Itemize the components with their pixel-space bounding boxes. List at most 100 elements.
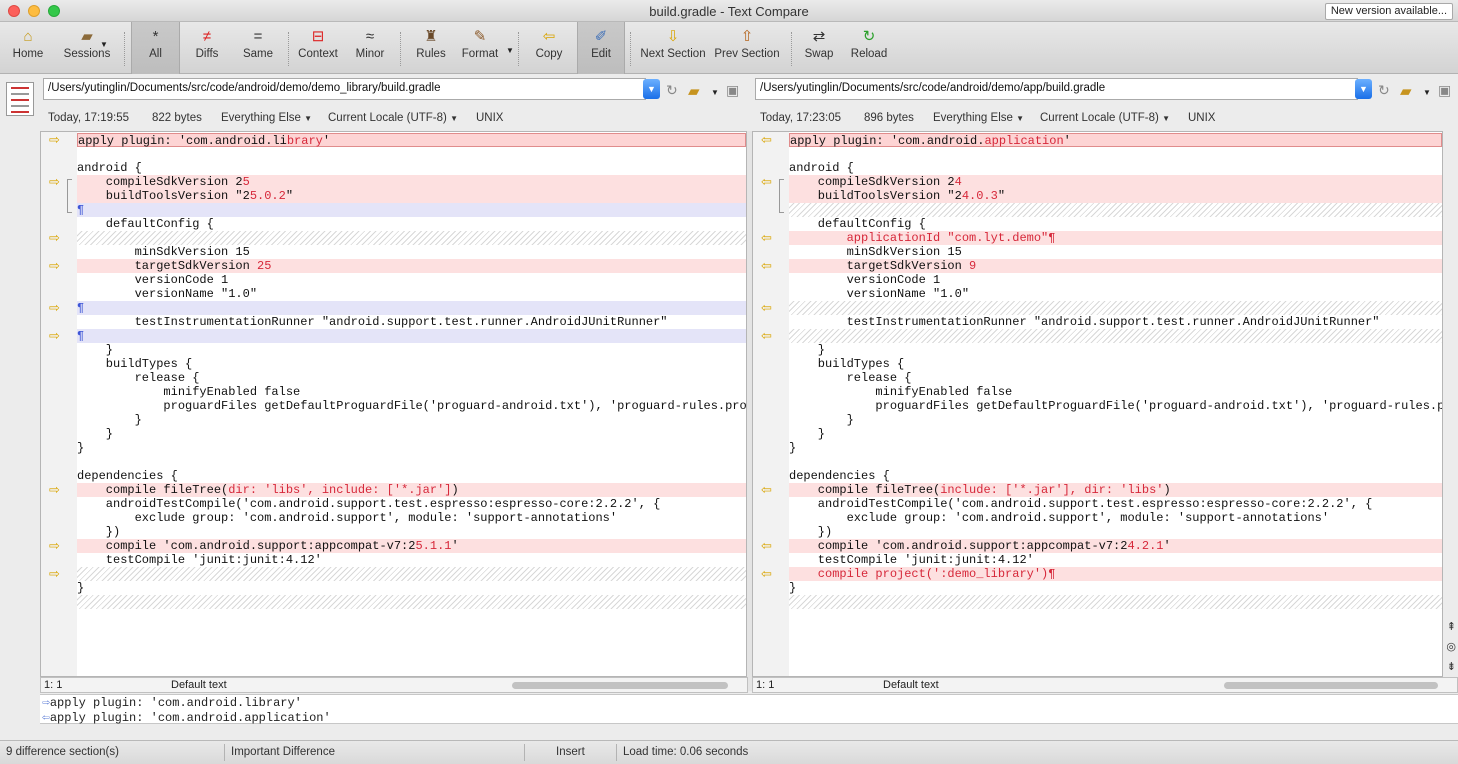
all-button[interactable]: * All bbox=[131, 22, 180, 74]
sessions-button[interactable]: ▰ Sessions ▼ bbox=[58, 22, 116, 74]
copy-left-arrow-icon[interactable]: ⇦ bbox=[761, 259, 777, 272]
right-code-line[interactable]: versionCode 1 bbox=[789, 273, 1442, 287]
left-editor-pane[interactable]: apply plugin: 'com.android.library' andro… bbox=[40, 131, 747, 677]
copy-right-arrow-icon[interactable]: ⇨ bbox=[49, 567, 65, 580]
next-section-button[interactable]: ⇩ Next Section bbox=[638, 22, 708, 74]
right-editor-pane[interactable]: apply plugin: 'com.android.application' a… bbox=[752, 131, 1443, 677]
copy-left-arrow-icon[interactable]: ⇦ bbox=[761, 133, 777, 146]
copy-left-arrow-icon[interactable]: ⇦ bbox=[761, 329, 777, 342]
right-filter-select[interactable]: Everything Else ▼ bbox=[933, 112, 1024, 124]
right-code-line[interactable]: applicationId "com.lyt.demo"¶ bbox=[789, 231, 1442, 245]
left-code-line[interactable]: proguardFiles getDefaultProguardFile('pr… bbox=[77, 399, 746, 413]
copy-button[interactable]: ⇦ Copy bbox=[528, 22, 570, 74]
right-line-endings[interactable]: UNIX bbox=[1188, 112, 1215, 124]
right-code-line[interactable]: android { bbox=[789, 161, 1442, 175]
copy-right-arrow-icon[interactable]: ⇨ bbox=[49, 231, 65, 244]
left-code-line[interactable] bbox=[77, 567, 746, 581]
left-code-line[interactable]: compile 'com.android.support:appcompat-v… bbox=[77, 539, 746, 553]
left-code-line[interactable] bbox=[77, 147, 746, 161]
right-horizontal-scrollbar[interactable] bbox=[1224, 682, 1438, 689]
left-code-line[interactable]: testInstrumentationRunner "android.suppo… bbox=[77, 315, 746, 329]
right-code-line[interactable]: } bbox=[789, 427, 1442, 441]
right-reload-file-icon[interactable]: ↻ bbox=[1378, 82, 1390, 99]
same-button[interactable]: = Same bbox=[236, 22, 280, 74]
left-code-line[interactable] bbox=[77, 455, 746, 469]
right-code-line[interactable]: minifyEnabled false bbox=[789, 385, 1442, 399]
right-code-line[interactable]: } bbox=[789, 343, 1442, 357]
copy-right-arrow-icon[interactable]: ⇨ bbox=[49, 539, 65, 552]
left-code-line[interactable]: minifyEnabled false bbox=[77, 385, 746, 399]
format-button[interactable]: ✎ Format bbox=[458, 22, 502, 74]
edit-button[interactable]: ✐ Edit bbox=[577, 22, 625, 74]
copy-left-arrow-icon[interactable]: ⇦ bbox=[761, 301, 777, 314]
left-code-line[interactable]: versionName "1.0" bbox=[77, 287, 746, 301]
copy-left-arrow-icon[interactable]: ⇦ bbox=[761, 539, 777, 552]
right-code-line[interactable]: androidTestCompile('com.android.support.… bbox=[789, 497, 1442, 511]
left-code-line[interactable]: versionCode 1 bbox=[77, 273, 746, 287]
left-code-line[interactable]: } bbox=[77, 343, 746, 357]
right-code-line[interactable]: release { bbox=[789, 371, 1442, 385]
prev-section-button[interactable]: ⇧ Prev Section bbox=[712, 22, 782, 74]
right-code-line[interactable]: compile fileTree(include: ['*.jar'], dir… bbox=[789, 483, 1442, 497]
left-code-line[interactable]: } bbox=[77, 427, 746, 441]
left-code-line[interactable]: compileSdkVersion 25 bbox=[77, 175, 746, 189]
right-open-dropdown-icon[interactable]: ▼ bbox=[1423, 88, 1431, 97]
right-code-line[interactable]: buildToolsVersion "24.0.3" bbox=[789, 189, 1442, 203]
copy-left-arrow-icon[interactable]: ⇦ bbox=[761, 567, 777, 580]
left-open-folder-icon[interactable]: ▰ bbox=[688, 82, 700, 100]
copy-left-arrow-icon[interactable]: ⇦ bbox=[761, 231, 777, 244]
right-code-line[interactable] bbox=[789, 455, 1442, 469]
left-code-line[interactable] bbox=[77, 231, 746, 245]
left-code-line[interactable]: exclude group: 'com.android.support', mo… bbox=[77, 511, 746, 525]
left-path-dropdown[interactable]: ▼ bbox=[643, 79, 660, 99]
copy-right-arrow-icon[interactable]: ⇨ bbox=[49, 301, 65, 314]
left-code-line[interactable]: } bbox=[77, 581, 746, 595]
left-code-line[interactable]: android { bbox=[77, 161, 746, 175]
left-code-line[interactable]: minSdkVersion 15 bbox=[77, 245, 746, 259]
right-code-line[interactable]: minSdkVersion 15 bbox=[789, 245, 1442, 259]
left-code-line[interactable]: compile fileTree(dir: 'libs', include: [… bbox=[77, 483, 746, 497]
right-code-line[interactable]: exclude group: 'com.android.support', mo… bbox=[789, 511, 1442, 525]
copy-right-arrow-icon[interactable]: ⇨ bbox=[49, 175, 65, 188]
left-code-line[interactable]: testCompile 'junit:junit:4.12' bbox=[77, 553, 746, 567]
left-code-line[interactable]: ¶ bbox=[77, 329, 746, 343]
context-button[interactable]: ⊟ Context bbox=[294, 22, 342, 74]
right-encoding-select[interactable]: Current Locale (UTF-8) ▼ bbox=[1040, 112, 1170, 124]
copy-right-arrow-icon[interactable]: ⇨ bbox=[49, 259, 65, 272]
left-code-line[interactable]: release { bbox=[77, 371, 746, 385]
right-code-line[interactable]: versionName "1.0" bbox=[789, 287, 1442, 301]
format-dropdown-icon[interactable]: ▼ bbox=[506, 46, 514, 55]
scroll-up-section-icon[interactable]: ⇞ bbox=[1447, 620, 1456, 633]
right-code-line[interactable] bbox=[789, 147, 1442, 161]
minor-button[interactable]: ≈ Minor bbox=[348, 22, 392, 74]
left-horizontal-scrollbar[interactable] bbox=[512, 682, 728, 689]
right-code-line[interactable]: testCompile 'junit:junit:4.12' bbox=[789, 553, 1442, 567]
home-button[interactable]: ⌂ Home bbox=[6, 22, 50, 74]
left-code-line[interactable]: apply plugin: 'com.android.library' bbox=[77, 133, 746, 148]
left-reload-file-icon[interactable]: ↻ bbox=[666, 82, 678, 99]
right-code-line[interactable]: defaultConfig { bbox=[789, 217, 1442, 231]
right-code-line[interactable] bbox=[789, 595, 1442, 609]
left-filter-select[interactable]: Everything Else ▼ bbox=[221, 112, 312, 124]
left-code-line[interactable] bbox=[77, 595, 746, 609]
right-code-line[interactable]: } bbox=[789, 413, 1442, 427]
left-encoding-select[interactable]: Current Locale (UTF-8) ▼ bbox=[328, 112, 458, 124]
copy-right-arrow-icon[interactable]: ⇨ bbox=[49, 133, 65, 146]
copy-left-arrow-icon[interactable]: ⇦ bbox=[761, 483, 777, 496]
right-code-line[interactable]: } bbox=[789, 581, 1442, 595]
right-code-line[interactable] bbox=[789, 203, 1442, 217]
copy-left-arrow-icon[interactable]: ⇦ bbox=[761, 175, 777, 188]
left-code-line[interactable]: buildToolsVersion "25.0.2" bbox=[77, 189, 746, 203]
left-code-line[interactable]: targetSdkVersion 25 bbox=[77, 259, 746, 273]
left-code-line[interactable]: ¶ bbox=[77, 203, 746, 217]
right-code-line[interactable]: compile 'com.android.support:appcompat-v… bbox=[789, 539, 1442, 553]
left-line-endings[interactable]: UNIX bbox=[476, 112, 503, 124]
right-code-line[interactable]: }) bbox=[789, 525, 1442, 539]
right-save-icon[interactable]: ▣ bbox=[1438, 82, 1451, 99]
right-code-line[interactable]: buildTypes { bbox=[789, 357, 1442, 371]
rules-button[interactable]: ♜ Rules bbox=[410, 22, 452, 74]
left-code-line[interactable]: } bbox=[77, 413, 746, 427]
left-code-line[interactable]: } bbox=[77, 441, 746, 455]
diffs-button[interactable]: ≠ Diffs bbox=[184, 22, 230, 74]
left-code-line[interactable]: defaultConfig { bbox=[77, 217, 746, 231]
